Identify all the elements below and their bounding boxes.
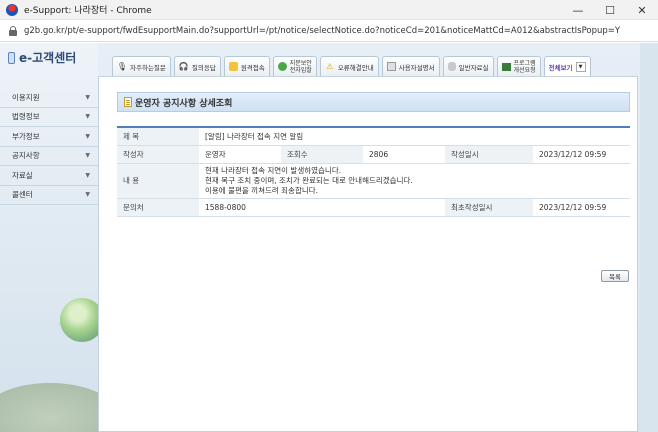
tab-remote-access[interactable]: 원격접속 <box>223 56 270 76</box>
author-value: 운영자 <box>199 145 281 164</box>
mic-icon: 🎙 <box>116 62 128 71</box>
tab-label: 프로그램 개선요청 <box>514 60 536 74</box>
sidebar-item-usage-support[interactable]: 이용지원 ▼ <box>0 88 98 108</box>
close-button[interactable]: ✕ <box>626 0 658 20</box>
maximize-button[interactable]: ☐ <box>594 0 626 20</box>
notice-detail-panel: 운영자 공지사항 상세조회 제 목 [알림] 나라장터 접속 지연 알림 작성자… <box>98 76 638 432</box>
date-value: 2023/12/12 09:59 <box>533 145 630 164</box>
tab-label: 오류해결안내 <box>337 63 374 72</box>
chevron-down-icon: ▼ <box>85 132 90 140</box>
tab-view-all[interactable]: 전체보기 ▼ <box>543 56 591 76</box>
sidebar-item-library[interactable]: 자료실 ▼ <box>0 166 98 186</box>
content-line: 현재 나라장터 접속 지연이 발생하였습니다. <box>205 165 342 175</box>
document-icon <box>124 97 132 107</box>
sidebar-item-notices[interactable]: 공지사항 ▼ <box>0 147 98 166</box>
minimize-button[interactable]: — <box>562 0 594 20</box>
chevron-down-icon: ▼ <box>85 93 90 101</box>
page-content: e-고객센터 이용지원 ▼ 법령정보 ▼ 부가정보 ▼ 공지사항 ▼ 자료실 ▼ <box>0 43 658 432</box>
sidebar-item-label: 이용지원 <box>12 92 40 102</box>
sidebar: e-고객센터 이용지원 ▼ 법령정보 ▼ 부가정보 ▼ 공지사항 ▼ 자료실 ▼ <box>0 43 120 432</box>
tab-user-manual[interactable]: 사용자설명서 <box>381 56 440 76</box>
url-text[interactable]: g2b.go.kr/pt/e-support/fwdEsupportMain.d… <box>24 26 620 36</box>
content-line: 이용에 불편을 끼쳐드려 죄송합니다. <box>205 185 319 195</box>
tab-label: 전체보기 <box>548 63 573 72</box>
sidebar-item-label: 법령정보 <box>12 112 40 122</box>
page-title: 운영자 공지사항 상세조회 <box>135 98 233 109</box>
window-title: e-Support: 나라장터 - Chrome <box>24 6 152 16</box>
chevron-down-icon: ▼ <box>85 171 90 179</box>
tab-faq[interactable]: 🎙 자주하는질문 <box>112 56 171 76</box>
sidebar-item-label: 공지사항 <box>12 151 40 161</box>
tab-label-line1: 프로그램 <box>513 59 536 67</box>
list-button[interactable]: 목록 <box>601 270 629 282</box>
tab-label-line2: 전자입찰 <box>289 66 312 74</box>
tab-label: 사용자설명서 <box>398 63 435 72</box>
window-controls: — ☐ ✕ <box>562 0 658 20</box>
views-value: 2806 <box>363 145 445 164</box>
final-date-value: 2023/12/12 09:59 <box>533 198 630 217</box>
sidebar-item-label: 부가정보 <box>12 131 40 141</box>
table-row: 문의처 1588-0800 최초작성일시 2023/12/12 09:59 <box>117 198 630 217</box>
site-info-icon[interactable] <box>8 25 18 36</box>
chevron-down-icon: ▼ <box>85 152 90 160</box>
window-titlebar: e-Support: 나라장터 - Chrome — ☐ ✕ <box>0 0 658 20</box>
table-row: 제 목 [알림] 나라장터 접속 지연 알림 <box>117 127 630 146</box>
tab-label-line1: 지문보안 <box>289 59 312 67</box>
tab-error-guide[interactable]: ⚠ 오류해결안내 <box>319 56 379 76</box>
tab-general-library[interactable]: 일반자료실 <box>442 56 494 76</box>
database-icon <box>447 62 456 71</box>
views-label: 조회수 <box>281 145 363 164</box>
content-label: 내 용 <box>117 163 199 199</box>
tab-label: 질의응답 <box>191 63 216 72</box>
support-tabs: 🎙 자주하는질문 🎧 질의응답 원격접속 지문보안 전자입찰 ⚠ 오류해결안내 … <box>112 56 594 76</box>
sidebar-item-legal-info[interactable]: 법령정보 ▼ <box>0 108 98 127</box>
tab-label: 자주하는질문 <box>130 63 166 72</box>
tab-label: 원격접속 <box>240 63 265 72</box>
program-icon <box>501 62 511 71</box>
tab-label: 지문보안 전자입찰 <box>290 60 312 74</box>
table-row: 작성자 운영자 조회수 2806 작성일시 2023/12/12 09:59 <box>117 145 630 164</box>
sidebar-item-extra-info[interactable]: 부가정보 ▼ <box>0 127 98 147</box>
sidebar-item-label: 자료실 <box>12 170 33 180</box>
fingerprint-icon <box>277 62 287 71</box>
contact-value: 1588-0800 <box>199 198 445 217</box>
sidebar-item-call-center[interactable]: 콜센터 ▼ <box>0 186 98 205</box>
tab-label-line2: 개선요청 <box>513 66 536 74</box>
headset-icon: 🎧 <box>178 62 189 71</box>
address-bar[interactable]: g2b.go.kr/pt/e-support/fwdEsupportMain.d… <box>0 20 658 42</box>
page-scrollbar[interactable] <box>640 43 658 432</box>
contact-label: 문의처 <box>117 198 199 217</box>
tab-fingerprint-bidding[interactable]: 지문보안 전자입찰 <box>272 56 317 76</box>
manual-icon <box>386 62 396 71</box>
sidebar-item-label: 콜센터 <box>12 190 33 200</box>
phone-icon <box>8 51 15 64</box>
tab-program-improvement[interactable]: 프로그램 개선요청 <box>496 56 541 76</box>
final-date-label: 최초작성일시 <box>445 198 533 217</box>
dropdown-icon[interactable]: ▼ <box>575 61 586 72</box>
subject-value: [알림] 나라장터 접속 지연 알림 <box>199 127 630 146</box>
tab-label: 일반자료실 <box>458 63 489 72</box>
content-line: 현재 복구 조치 중이며, 조치가 완료되는 대로 안내해드리겠습니다. <box>205 175 413 185</box>
panel-header: 운영자 공지사항 상세조회 <box>117 92 630 112</box>
subject-label: 제 목 <box>117 127 199 146</box>
tab-qna[interactable]: 🎧 질의응답 <box>173 56 221 76</box>
warning-icon: ⚠ <box>326 62 334 71</box>
date-label: 작성일시 <box>445 145 533 164</box>
content-value: 현재 나라장터 접속 지연이 발생하였습니다. 현재 복구 조치 중이며, 조치… <box>199 163 630 199</box>
logo[interactable]: e-고객센터 <box>8 49 76 66</box>
chevron-down-icon: ▼ <box>85 113 90 121</box>
chevron-down-icon: ▼ <box>85 191 90 199</box>
sidebar-menu: 이용지원 ▼ 법령정보 ▼ 부가정보 ▼ 공지사항 ▼ 자료실 ▼ 콜센터 ▼ <box>0 88 98 205</box>
logo-text: e-고객센터 <box>19 51 77 65</box>
site-favicon-icon <box>6 3 18 16</box>
remote-icon <box>228 62 238 71</box>
notice-detail-table: 제 목 [알림] 나라장터 접속 지연 알림 작성자 운영자 조회수 2806 … <box>117 126 630 217</box>
table-row: 내 용 현재 나라장터 접속 지연이 발생하였습니다. 현재 복구 조치 중이며… <box>117 163 630 199</box>
author-label: 작성자 <box>117 145 199 164</box>
